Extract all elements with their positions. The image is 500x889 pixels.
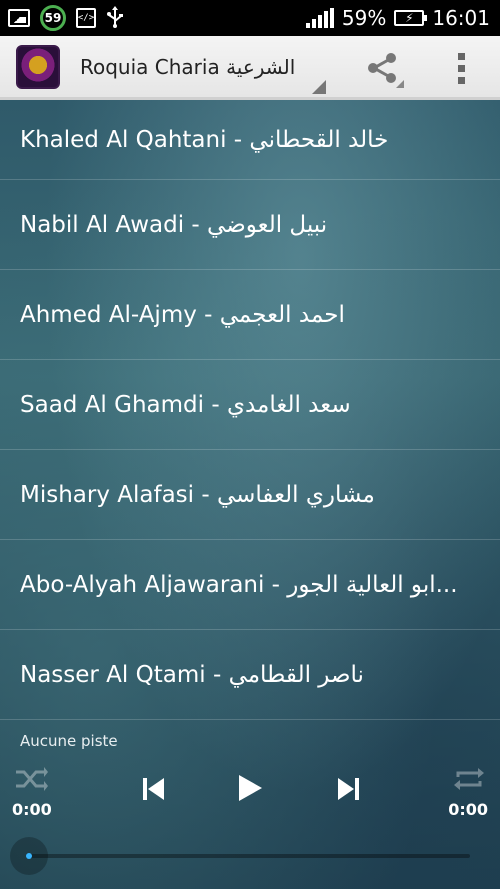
previous-icon [143,778,164,800]
seek-thumb[interactable] [10,837,48,875]
status-bar: 59 </> 59% ⚡ 16:01 [0,0,500,36]
list-item[interactable]: Saad Al Ghamdi - سعد الغامدي [0,360,500,450]
overflow-menu-button[interactable] [448,48,474,88]
list-item[interactable]: Nasser Al Qtami - ناصر القطامي [0,630,500,720]
list-item[interactable]: Khaled Al Qahtani - خالد القحطاني [0,100,500,180]
app-title-spinner[interactable]: Roquia Charia الشرعية [80,55,300,79]
list-item[interactable]: Nabil Al Awadi - نبيل العوضي [0,180,500,270]
play-button[interactable] [230,768,270,808]
shuffle-button[interactable] [14,764,48,794]
signal-icon [305,8,334,28]
list-item[interactable]: Abo-Alyah Aljawarani - ابو العالية الجور… [0,540,500,630]
overflow-dot [457,64,465,72]
player-panel: Aucune piste 0:00 0:00 [0,724,500,889]
overflow-dot [457,52,465,60]
code-icon: </> [76,8,96,28]
counter-badge: 59 [40,5,66,31]
seek-bar[interactable] [28,854,470,858]
app-logo[interactable] [16,44,60,89]
share-icon [368,53,396,83]
next-icon [338,778,359,800]
usb-icon [106,5,124,31]
spinner-arrow-icon [312,80,326,94]
shuffle-icon [16,767,48,791]
action-bar: Roquia Charia الشرعية [0,36,500,100]
seek-thumb-dot [26,853,32,859]
repeat-icon [454,768,484,790]
share-dropdown-arrow-icon [396,80,404,88]
clock: 16:01 [432,6,490,30]
list-item[interactable]: Ahmed Al-Ajmy - احمد العجمي [0,270,500,360]
reciter-list: Khaled Al Qahtani - خالد القحطاني Nabil … [0,100,500,720]
list-item[interactable]: Mishary Alafasi - مشاري العفاسي [0,450,500,540]
total-time: 0:00 [448,800,488,819]
repeat-button[interactable] [452,764,486,794]
battery-percent: 59% [341,6,387,30]
elapsed-time: 0:00 [12,800,52,819]
play-icon [239,775,262,801]
next-button[interactable] [330,772,366,806]
previous-button[interactable] [136,772,172,806]
image-icon [8,9,30,27]
overflow-dot [457,76,465,84]
track-label: Aucune piste [20,732,118,750]
battery-charging-icon: ⚡ [394,10,428,26]
